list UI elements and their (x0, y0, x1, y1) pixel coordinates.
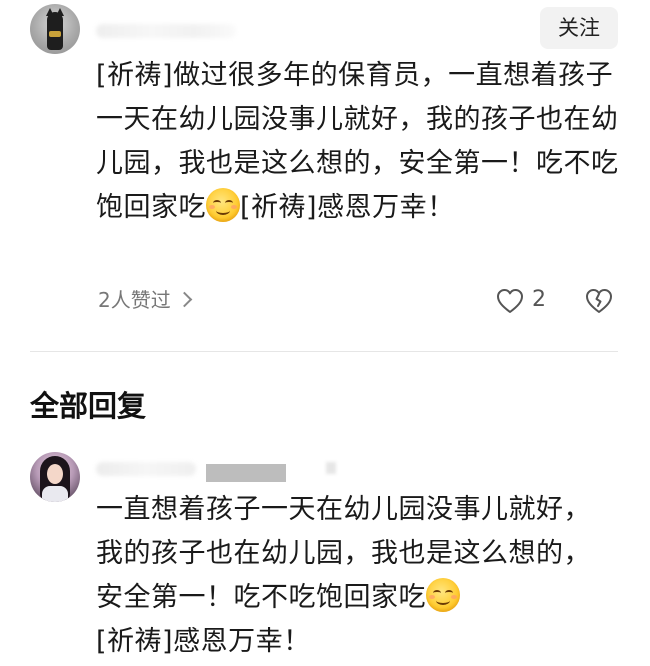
all-replies-heading: 全部回复 (30, 389, 147, 423)
liked-by-label: 2人赞过 (98, 288, 171, 312)
replier-avatar[interactable] (30, 452, 80, 502)
commenter-avatar[interactable] (30, 4, 80, 54)
liked-by-link[interactable]: 2人赞过 (98, 285, 193, 315)
reply-text: 一直想着孩子一天在幼儿园没事儿就好，我的孩子也在幼儿园，我也是这么想的，安全第一… (96, 488, 596, 664)
avatar-cat-collar (49, 31, 61, 37)
chevron-right-icon (176, 291, 193, 308)
replier-username-blurred[interactable] (96, 462, 196, 476)
avatar-face (47, 464, 63, 484)
section-divider (30, 351, 618, 352)
comment-text-part2: [祈祷]感恩万幸！ (240, 192, 455, 223)
smiling-face-emoji (206, 188, 240, 222)
replier-username-redaction (206, 464, 286, 482)
like-count: 2 (532, 287, 546, 312)
reply-text-part2: [祈祷]感恩万幸！ (96, 626, 311, 657)
reply-text-part1: 一直想着孩子一天在幼儿园没事儿就好，我的孩子也在幼儿园，我也是这么想的，安全第一… (96, 494, 591, 613)
avatar-dress (42, 486, 68, 502)
broken-heart-icon[interactable] (585, 287, 613, 315)
commenter-username-blurred[interactable] (96, 24, 236, 38)
follow-button[interactable]: 关注 (540, 7, 618, 49)
heart-outline-icon[interactable] (496, 288, 524, 314)
smiling-face-emoji (426, 578, 460, 612)
comment-text: [祈祷]做过很多年的保育员，一直想着孩子一天在幼儿园没事儿就好，我的孩子也在幼儿… (96, 54, 626, 230)
replier-username-blurred-tail (326, 462, 336, 474)
